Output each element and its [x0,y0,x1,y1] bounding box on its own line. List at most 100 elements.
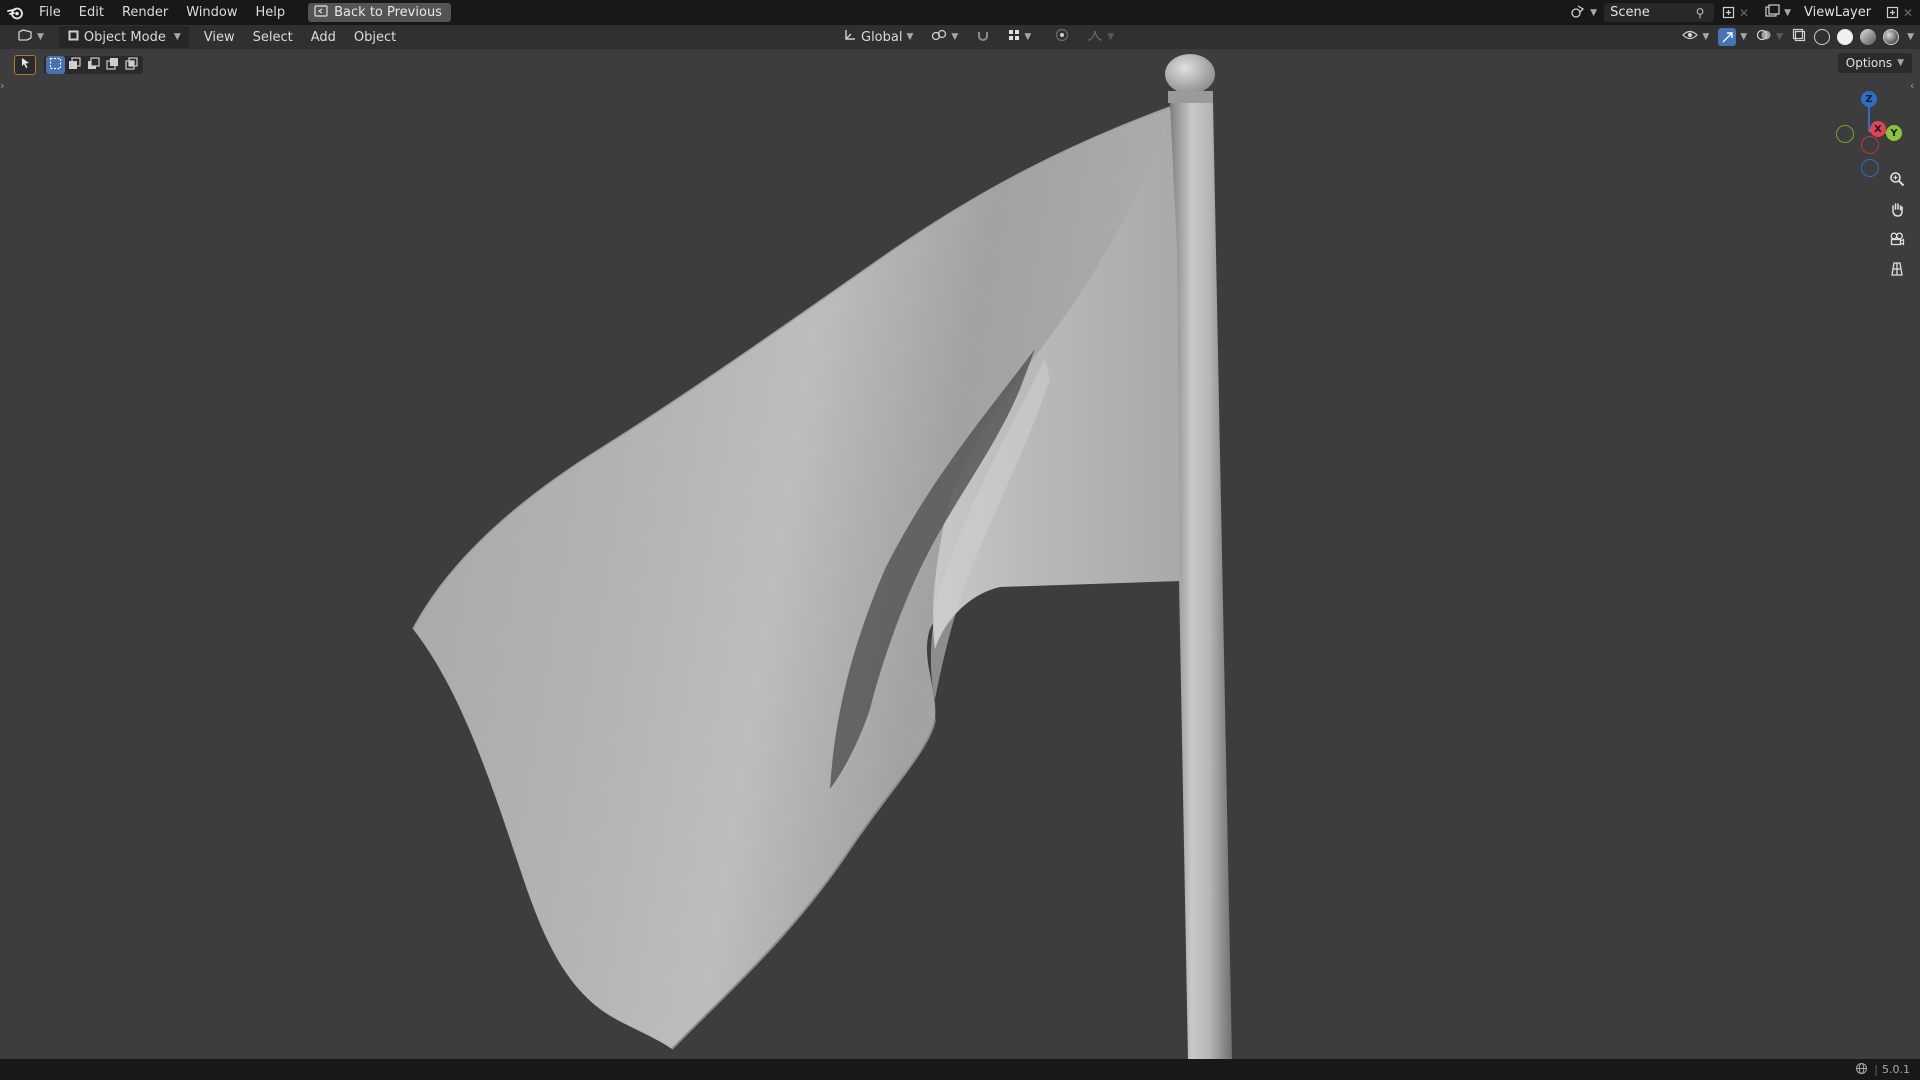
rendered-shading-button[interactable] [1881,26,1901,48]
top-right-controls: ▼ Scene ⚲ ✕ ▼ ViewLayer ✕ [1563,0,1920,25]
snap-increment-icon [1008,29,1020,45]
select-set-new-button[interactable] [46,56,65,74]
options-dropdown[interactable]: Options ▼ [1837,53,1912,73]
select-invert-button[interactable] [103,56,122,74]
snap-target-dropdown[interactable]: ▼ [1001,26,1038,48]
zoom-button[interactable] [1883,167,1911,195]
menu-edit[interactable]: Edit [70,0,113,25]
xray-toggle[interactable] [1789,26,1809,48]
chevron-down-icon: ▼ [1897,58,1904,68]
select-invert-icon [106,57,119,74]
chevron-down-icon: ▼ [1590,7,1598,18]
pan-button[interactable] [1883,197,1911,225]
camera-icon [1889,231,1905,251]
select-extend-button[interactable] [65,56,84,74]
select-subtract-button[interactable] [84,56,103,74]
header-menu-object[interactable]: Object [345,25,405,50]
select-intersect-icon [125,56,138,74]
scene-selector-button[interactable]: ▼ [1563,2,1604,24]
navigation-gizmo[interactable]: Z X Y [1825,85,1915,177]
proportional-edit-icon [1055,28,1069,46]
toolbar-expand-icon[interactable]: › [0,79,10,99]
gizmo-icon [1718,28,1737,46]
xray-icon [1792,28,1806,46]
new-scene-icon[interactable] [1720,5,1736,21]
proportional-falloff-dropdown[interactable]: ▼ [1080,26,1121,48]
object-mode-icon [67,29,80,46]
object-mode-dropdown[interactable]: Object Mode ▼ [58,26,189,48]
view-layer-name: ViewLayer [1804,5,1872,20]
scene-name: Scene [1610,5,1650,20]
overlay-toggle[interactable]: ▼ [1753,26,1786,48]
select-intersect-button[interactable] [122,56,141,74]
menu-file[interactable]: File [30,0,70,25]
remove-scene-icon[interactable]: ✕ [1736,5,1752,21]
chevron-down-icon: ▼ [173,32,181,42]
viewport-header: ▼ Object Mode ▼ View Select Add Object G… [0,25,1920,49]
status-bar: | 5.0.1 [0,1059,1920,1080]
wireframe-shading-button[interactable] [1812,26,1832,48]
snap-icon [976,28,990,46]
viewport-display-controls: ▼ ▼ ▼ ▼ [1679,25,1914,49]
menu-render[interactable]: Render [113,0,177,25]
options-label: Options [1845,56,1893,70]
perspective-toggle-button[interactable] [1883,257,1911,285]
shading-options-chevron-icon[interactable]: ▼ [1907,32,1914,42]
version-label: 5.0.1 [1882,1063,1910,1076]
transform-controls: Global ▼ ▼ ▼ ▼ [836,25,1121,49]
transform-orientation-label: Global [861,29,903,45]
header-menu-select[interactable]: Select [244,25,302,50]
select-subtract-icon [87,56,100,74]
select-tool-button[interactable] [14,55,36,75]
material-shading-icon [1860,29,1877,45]
back-to-previous-button[interactable]: Back to Previous [308,3,451,22]
chevron-down-icon: ▼ [951,32,959,42]
cursor-icon [20,57,31,73]
chevron-down-icon: ▼ [1740,32,1748,42]
blender-logo-icon[interactable] [0,0,30,25]
chevron-down-icon: ▼ [1702,32,1710,42]
view-layer-field[interactable]: ViewLayer [1798,3,1884,22]
tool-settings-row [14,55,143,75]
gizmo-neg-y-handle[interactable] [1836,125,1854,143]
scene-name-field[interactable]: Scene ⚲ [1604,3,1715,22]
header-menu-view[interactable]: View [195,25,244,50]
viewport-scene [412,54,1232,1059]
menu-window[interactable]: Window [177,0,246,25]
proportional-edit-toggle[interactable] [1048,26,1076,48]
menu-help[interactable]: Help [247,0,295,25]
transform-orientation-icon [843,28,857,46]
header-menu-add[interactable]: Add [302,25,345,50]
material-shading-button[interactable] [1858,26,1878,48]
globe-icon[interactable] [1855,1062,1868,1078]
rendered-shading-icon [1883,29,1900,45]
visibility-dropdown[interactable]: ▼ [1679,26,1712,48]
solid-shading-icon [1837,29,1854,45]
gizmo-toggle[interactable]: ▼ [1715,26,1750,48]
chevron-down-icon: ▼ [1784,7,1791,18]
gizmo-neg-x-handle[interactable] [1861,136,1879,154]
remove-view-layer-icon[interactable]: ✕ [1900,5,1916,21]
gizmo-y-handle[interactable]: Y [1886,125,1902,141]
editor-type-icon [17,28,33,46]
pivot-point-dropdown[interactable]: ▼ [924,26,965,48]
gizmo-z-handle[interactable]: Z [1861,91,1877,107]
pole-cap [1165,54,1215,94]
visibility-icon [1682,29,1699,45]
gizmo-x-handle[interactable]: X [1870,121,1886,137]
view-layer-selector-button[interactable]: ▼ [1758,2,1798,24]
gizmo-neg-z-handle[interactable] [1861,159,1879,177]
editor-type-button[interactable]: ▼ [10,26,51,48]
transform-orientation-dropdown[interactable]: Global ▼ [836,26,920,48]
3d-viewport[interactable]: › ‹ Options ▼ Z X Y [0,49,1920,1059]
hand-pan-icon [1889,201,1905,221]
select-new-icon [49,57,62,74]
falloff-curve-icon [1087,29,1103,45]
solid-shading-button[interactable] [1835,26,1855,48]
snap-toggle[interactable] [969,26,997,48]
pin-icon[interactable]: ⚲ [1692,5,1708,21]
new-view-layer-icon[interactable] [1884,5,1900,21]
grid-view-icon [1889,261,1905,281]
camera-view-button[interactable] [1883,227,1911,255]
zoom-icon [1889,171,1905,191]
